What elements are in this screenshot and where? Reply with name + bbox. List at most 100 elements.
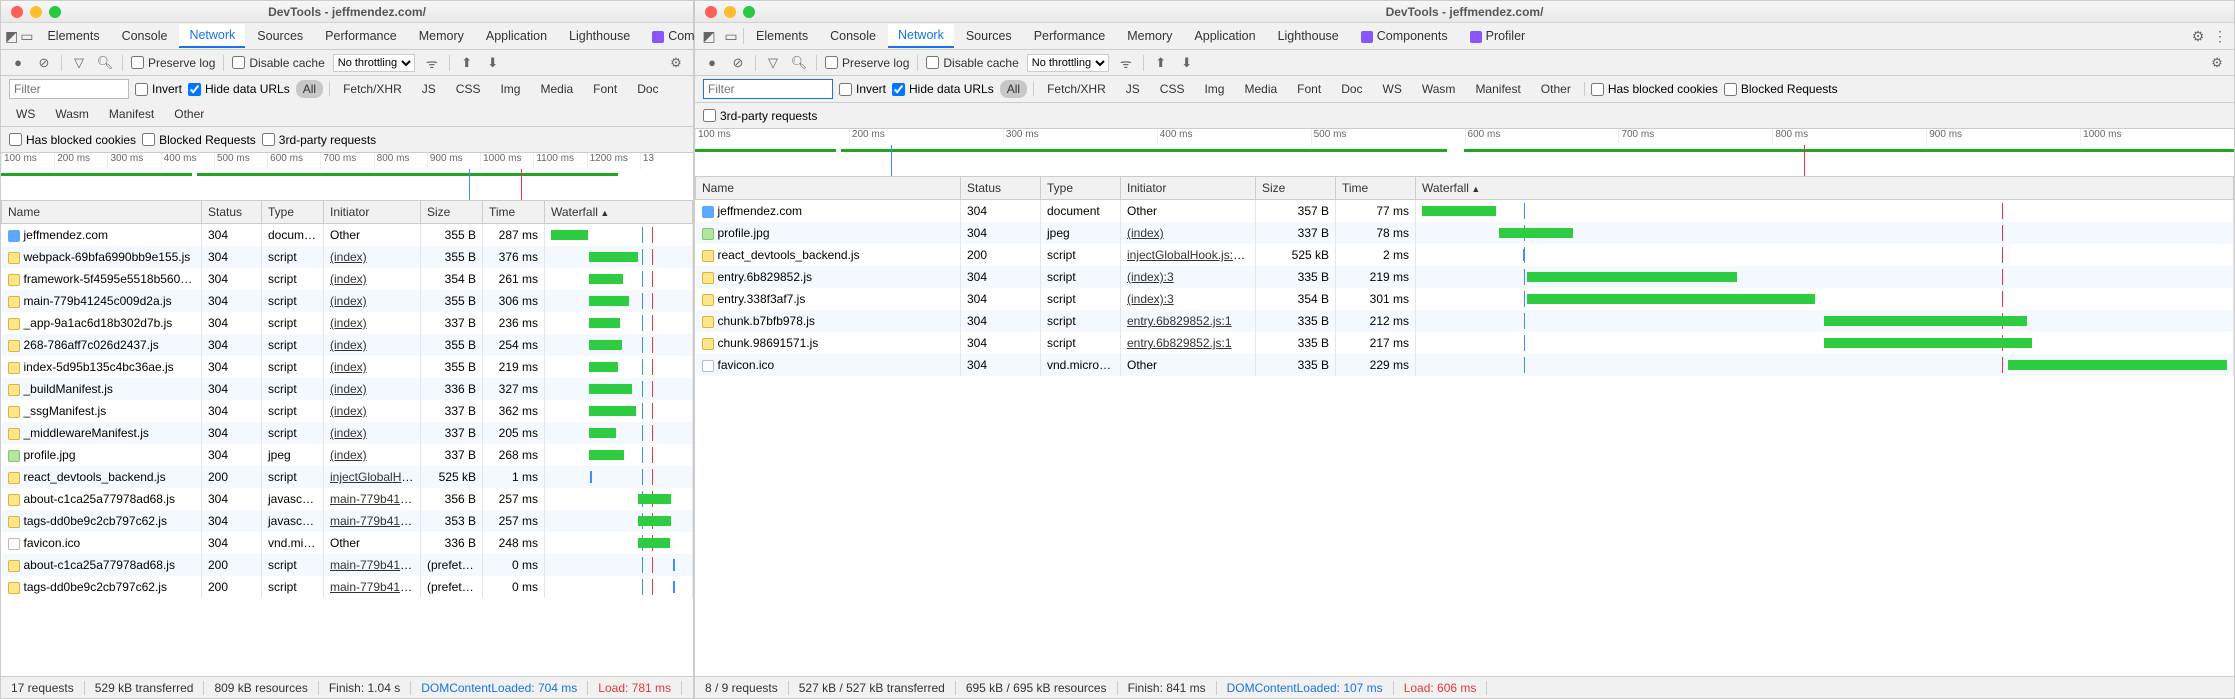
tab-profiler[interactable]: Profiler [1460,25,1536,47]
tab-network[interactable]: Network [179,24,245,48]
table-row[interactable]: chunk.98691571.js304scriptentry.6b829852… [696,332,2234,354]
third-party-checkbox[interactable]: 3rd-party requests [262,133,376,147]
col-status[interactable]: Status [202,201,262,224]
tab-elements[interactable]: Elements [37,25,109,47]
type-img[interactable]: Img [1197,80,1231,98]
type-other[interactable]: Other [1534,80,1578,98]
tab-console[interactable]: Console [112,25,178,47]
tab-lighthouse[interactable]: Lighthouse [559,25,640,47]
col-status[interactable]: Status [961,177,1041,200]
record-icon[interactable]: ● [703,55,721,70]
disable-cache-checkbox[interactable]: Disable cache [926,56,1018,70]
type-all[interactable]: All [296,80,323,98]
type-manifest[interactable]: Manifest [102,105,161,123]
export-icon[interactable]: ⬇ [1178,55,1196,71]
hide-data-urls-checkbox[interactable]: Hide data URLs [188,82,290,96]
tab-application[interactable]: Application [476,25,557,47]
throttling-select[interactable]: No throttling [1027,54,1109,72]
filter-input[interactable] [9,79,129,99]
invert-checkbox[interactable]: Invert [839,82,886,96]
col-name[interactable]: Name [696,177,961,200]
tab-performance[interactable]: Performance [1024,25,1116,47]
throttling-select[interactable]: No throttling [333,54,415,72]
type-wasm[interactable]: Wasm [1415,80,1463,98]
col-type[interactable]: Type [262,201,324,224]
tab-network[interactable]: Network [888,24,954,48]
network-table[interactable]: Name Status Type Initiator Size Time Wat… [1,201,693,676]
inspect-icon[interactable]: ◩ [699,28,719,45]
filter-icon[interactable]: ▽ [764,55,782,71]
type-manifest[interactable]: Manifest [1468,80,1527,98]
inspect-icon[interactable]: ◩ [5,28,18,45]
table-row[interactable]: main-779b41245c009d2a.js304script(index)… [2,290,693,312]
device-icon[interactable]: ▭ [20,28,33,45]
type-doc[interactable]: Doc [1334,80,1369,98]
type-js[interactable]: JS [1119,80,1147,98]
type-media[interactable]: Media [1237,80,1284,98]
table-row[interactable]: profile.jpg304jpeg(index)337 B268 ms [2,444,693,466]
col-waterfall[interactable]: Waterfall [545,201,693,224]
search-icon[interactable]: 🔍︎ [790,55,808,71]
blocked-cookies-checkbox[interactable]: Has blocked cookies [9,133,136,147]
import-icon[interactable]: ⬆ [1152,55,1170,71]
preserve-log-checkbox[interactable]: Preserve log [131,56,215,70]
blocked-requests-checkbox[interactable]: Blocked Requests [142,133,256,147]
type-ws[interactable]: WS [1376,80,1409,98]
tab-memory[interactable]: Memory [409,25,474,47]
disable-cache-checkbox[interactable]: Disable cache [232,56,324,70]
type-img[interactable]: Img [493,80,527,98]
type-doc[interactable]: Doc [630,80,665,98]
filter-input[interactable] [703,79,833,99]
device-icon[interactable]: ▭ [721,28,741,45]
table-row[interactable]: react_devtools_backend.js200scriptinject… [696,244,2234,266]
table-row[interactable]: index-5d95b135c4bc36ae.js304script(index… [2,356,693,378]
tab-components[interactable]: Components [1351,25,1458,47]
wifi-icon[interactable]: ᯤ [423,54,441,72]
table-row[interactable]: webpack-69bfa6990bb9e155.js304script(ind… [2,246,693,268]
clear-icon[interactable]: ⊘ [35,55,53,71]
table-row[interactable]: jeffmendez.com304documentOther355 B287 m… [2,224,693,247]
table-row[interactable]: react_devtools_backend.js200scriptinject… [2,466,693,488]
panel-settings-icon[interactable]: ⚙ [667,55,685,71]
table-row[interactable]: framework-5f4595e5518b5600.js304script(i… [2,268,693,290]
table-row[interactable]: _app-9a1ac6d18b302d7b.js304script(index)… [2,312,693,334]
table-row[interactable]: about-c1ca25a77978ad68.js304javascriptma… [2,488,693,510]
third-party-checkbox[interactable]: 3rd-party requests [703,109,817,123]
table-row[interactable]: chunk.b7bfb978.js304scriptentry.6b829852… [696,310,2234,332]
clear-icon[interactable]: ⊘ [729,55,747,71]
record-icon[interactable]: ● [9,55,27,70]
tab-performance[interactable]: Performance [315,25,407,47]
tab-sources[interactable]: Sources [247,25,313,47]
type-js[interactable]: JS [415,80,443,98]
tab-elements[interactable]: Elements [746,25,818,47]
export-icon[interactable]: ⬇ [484,55,502,71]
table-row[interactable]: profile.jpg304jpeg(index)337 B78 ms [696,222,2234,244]
col-time[interactable]: Time [1336,177,1416,200]
table-row[interactable]: jeffmendez.com304documentOther357 B77 ms [696,200,2234,223]
wifi-icon[interactable]: ᯤ [1117,54,1135,72]
col-size[interactable]: Size [1256,177,1336,200]
type-all[interactable]: All [1000,80,1027,98]
tab-sources[interactable]: Sources [956,25,1022,47]
tab-memory[interactable]: Memory [1117,25,1182,47]
blocked-cookies-checkbox[interactable]: Has blocked cookies [1591,82,1718,96]
filter-icon[interactable]: ▽ [70,55,88,71]
type-font[interactable]: Font [586,80,624,98]
timeline-overview[interactable]: 100 ms200 ms300 ms400 ms500 ms600 ms700 … [1,153,693,201]
tab-application[interactable]: Application [1184,25,1265,47]
col-type[interactable]: Type [1041,177,1121,200]
type-other[interactable]: Other [167,105,211,123]
preserve-log-checkbox[interactable]: Preserve log [825,56,909,70]
table-row[interactable]: entry.338f3af7.js304script(index):3354 B… [696,288,2234,310]
table-row[interactable]: tags-dd0be9c2cb797c62.js200scriptmain-77… [2,576,693,598]
col-waterfall[interactable]: Waterfall [1416,177,2234,200]
import-icon[interactable]: ⬆ [458,55,476,71]
table-row[interactable]: _middlewareManifest.js304script(index)33… [2,422,693,444]
type-css[interactable]: CSS [449,80,488,98]
type-font[interactable]: Font [1290,80,1328,98]
type-wasm[interactable]: Wasm [48,105,96,123]
type-fetch[interactable]: Fetch/XHR [336,80,409,98]
table-row[interactable]: _ssgManifest.js304script(index)337 B362 … [2,400,693,422]
invert-checkbox[interactable]: Invert [135,82,182,96]
table-row[interactable]: entry.6b829852.js304script(index):3335 B… [696,266,2234,288]
